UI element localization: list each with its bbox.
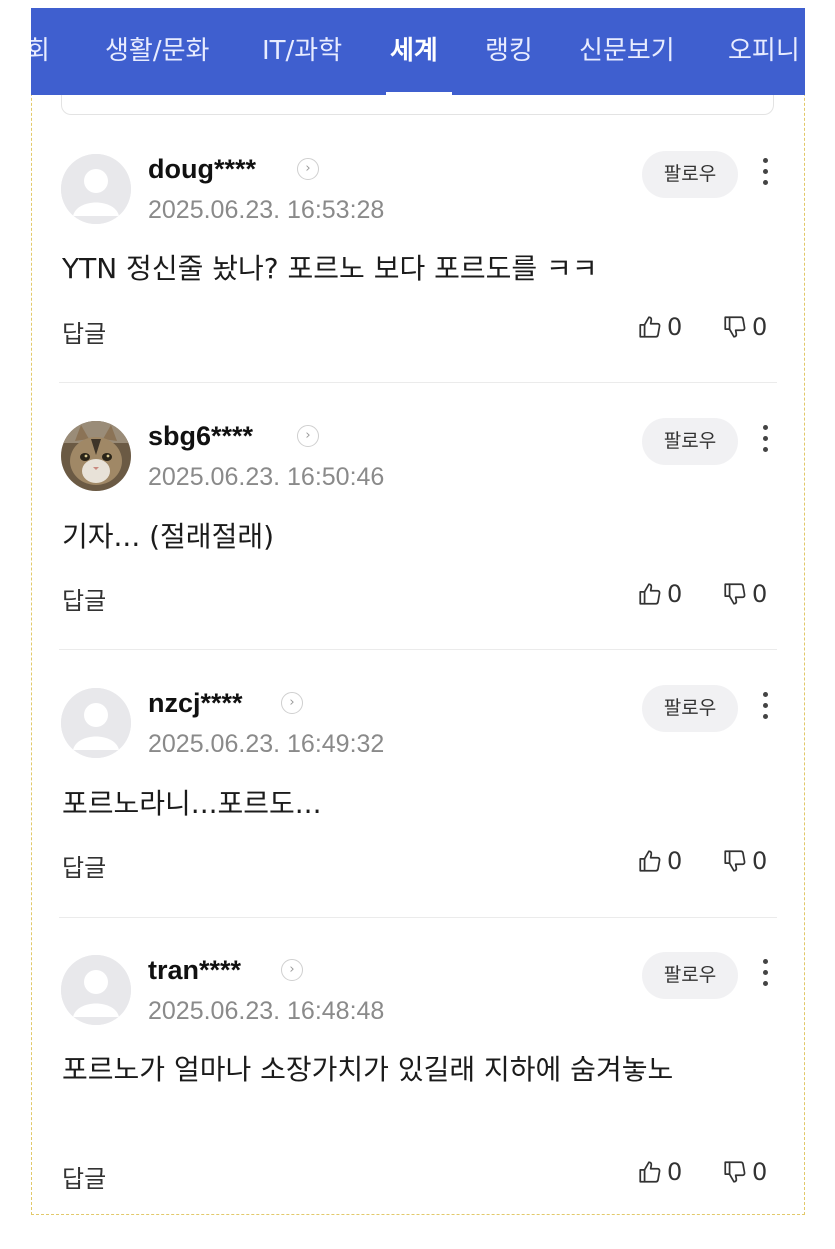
reply-button[interactable]: 답글 (62, 848, 106, 883)
like-count: 0 (667, 580, 683, 608)
comment-text: 포르노가 얼마나 소장가치가 있길래 지하에 숨겨놓노 (62, 1053, 674, 1086)
dislike-count: 0 (752, 1158, 768, 1186)
like-button[interactable]: 0 (637, 312, 682, 342)
comment-divider (59, 382, 777, 383)
comment-divider (59, 917, 777, 918)
like-button[interactable]: 0 (637, 846, 682, 876)
thumbs-up-icon (639, 316, 661, 338)
reply-button[interactable]: 답글 (62, 1159, 106, 1194)
like-button[interactable]: 0 (637, 579, 682, 609)
dislike-button[interactable]: 0 (722, 846, 767, 876)
chevron-right-icon[interactable]: › (281, 959, 303, 981)
comment-timestamp: 2025.06.23. 16:53:28 (148, 196, 385, 224)
comment-divider (59, 649, 777, 650)
more-options-icon[interactable] (755, 421, 775, 461)
dislike-button[interactable]: 0 (722, 1157, 767, 1187)
comment-username[interactable]: sbg6**** (148, 421, 253, 452)
default-avatar-icon[interactable] (61, 154, 131, 224)
comment-timestamp: 2025.06.23. 16:50:46 (148, 463, 385, 491)
follow-button[interactable]: 팔로우 (642, 418, 738, 465)
reply-button[interactable]: 답글 (62, 581, 106, 616)
comment-timestamp: 2025.06.23. 16:49:32 (148, 730, 385, 758)
more-options-icon[interactable] (755, 688, 775, 728)
thumbs-down-icon (724, 850, 746, 872)
thumbs-up-icon (639, 850, 661, 872)
dislike-count: 0 (752, 847, 768, 875)
like-count: 0 (667, 847, 683, 875)
dislike-button[interactable]: 0 (722, 579, 767, 609)
thumbs-up-icon (639, 583, 661, 605)
thumbs-up-icon (639, 1161, 661, 1183)
category-nav-bar: 회 생활/문화 IT/과학 세계 랭킹 신문보기 오피니 (31, 8, 805, 95)
comment-timestamp: 2025.06.23. 16:48:48 (148, 997, 385, 1025)
nav-tab-life-culture[interactable]: 생활/문화 (105, 8, 209, 95)
nav-tab-it-science[interactable]: IT/과학 (262, 8, 342, 95)
comment-username[interactable]: nzcj**** (148, 688, 243, 719)
follow-button[interactable]: 팔로우 (642, 151, 738, 198)
nav-tab-newspaper[interactable]: 신문보기 (579, 8, 675, 95)
reply-button[interactable]: 답글 (62, 314, 106, 349)
thumbs-down-icon (724, 583, 746, 605)
dislike-button[interactable]: 0 (722, 312, 767, 342)
like-button[interactable]: 0 (637, 1157, 682, 1187)
more-options-icon[interactable] (755, 154, 775, 194)
cat-photo-avatar[interactable] (61, 421, 131, 491)
nav-tab-ranking[interactable]: 랭킹 (485, 8, 533, 95)
comment-username[interactable]: doug**** (148, 154, 256, 185)
default-avatar-icon[interactable] (61, 955, 131, 1025)
dislike-count: 0 (752, 313, 768, 341)
default-avatar-icon[interactable] (61, 688, 131, 758)
nav-tab-opinion[interactable]: 오피니 (728, 8, 800, 95)
more-options-icon[interactable] (755, 955, 775, 995)
comment-text: 기자... (절래절래) (62, 520, 275, 553)
follow-button[interactable]: 팔로우 (642, 685, 738, 732)
like-count: 0 (667, 1158, 683, 1186)
dislike-count: 0 (752, 580, 768, 608)
follow-button[interactable]: 팔로우 (642, 952, 738, 999)
thumbs-down-icon (724, 1161, 746, 1183)
chevron-right-icon[interactable]: › (297, 425, 319, 447)
comment-input-box[interactable] (61, 95, 774, 115)
chevron-right-icon[interactable]: › (281, 692, 303, 714)
thumbs-down-icon (724, 316, 746, 338)
chevron-right-icon[interactable]: › (297, 158, 319, 180)
nav-tab-society[interactable]: 회 (31, 8, 50, 95)
comment-text: 포르노라니...포르도... (62, 787, 322, 820)
nav-tab-world[interactable]: 세계 (390, 8, 438, 95)
like-count: 0 (667, 313, 683, 341)
comment-username[interactable]: tran**** (148, 955, 241, 986)
comment-text: YTN 정신줄 놨나? 포르노 보다 포르도를 ㅋㅋ (62, 252, 598, 285)
